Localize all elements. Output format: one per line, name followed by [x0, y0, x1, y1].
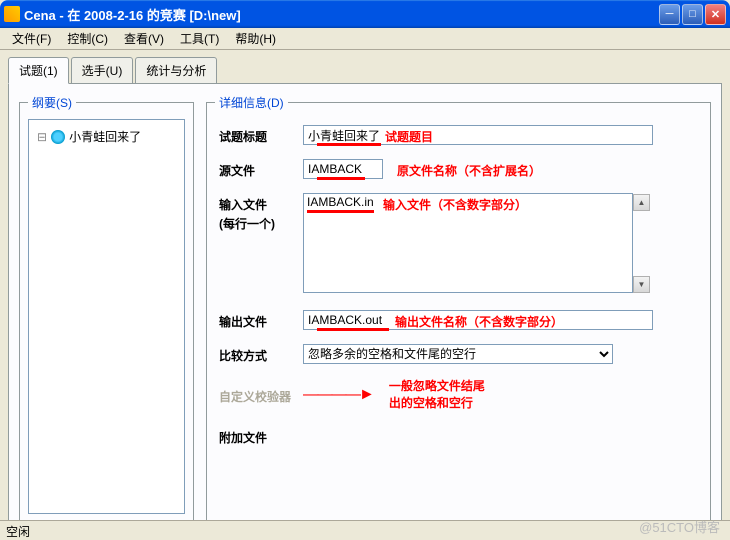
input-title[interactable]	[303, 125, 653, 145]
tab-problems[interactable]: 试题(1)	[8, 57, 69, 84]
menu-file[interactable]: 文件(F)	[4, 28, 59, 49]
annotation-output: 输出文件名称（不含数字部分）	[395, 313, 563, 330]
details-legend: 详细信息(D)	[215, 94, 288, 111]
tree-view[interactable]: ⊟ 小青蛙回来了	[28, 119, 185, 514]
menu-control[interactable]: 控制(C)	[59, 28, 116, 49]
status-text: 空闲	[6, 525, 30, 539]
input-file-value: IAMBACK.in	[307, 195, 374, 213]
menu-view[interactable]: 查看(V)	[116, 28, 172, 49]
outline-legend: 纲要(S)	[28, 94, 76, 111]
window-title: Cena - 在 2008-2-16 的竞赛 [D:\new]	[24, 5, 659, 24]
label-input: 输入文件 (每行一个)	[219, 193, 291, 234]
tree-node-label: 小青蛙回来了	[69, 128, 141, 145]
menu-tools[interactable]: 工具(T)	[172, 28, 227, 49]
problem-icon	[51, 130, 65, 144]
tree-expand-icon[interactable]: ⊟	[37, 130, 47, 144]
label-source: 源文件	[219, 159, 291, 179]
tab-stats[interactable]: 统计与分析	[135, 57, 217, 84]
scroll-up-icon[interactable]: ▲	[633, 194, 650, 211]
underline-icon	[317, 177, 365, 180]
app-icon	[4, 6, 20, 22]
arrow-icon: ————►	[303, 386, 373, 404]
status-bar: 空闲	[0, 520, 730, 540]
label-custom: 自定义校验器	[219, 385, 291, 405]
annotation-title: 试题题目	[385, 128, 433, 145]
annotation-source: 原文件名称（不含扩展名）	[397, 162, 541, 179]
close-button[interactable]: ✕	[705, 4, 726, 25]
maximize-button[interactable]: □	[682, 4, 703, 25]
underline-icon	[317, 328, 389, 331]
label-compare: 比较方式	[219, 344, 291, 364]
tree-node[interactable]: ⊟ 小青蛙回来了	[35, 126, 178, 147]
details-group: 详细信息(D) 试题标题 试题题目 源文件 原文件名称（不含扩展名） 输入文件 …	[206, 94, 711, 524]
tab-panel: 纲要(S) ⊟ 小青蛙回来了 详细信息(D) 试题标题 试题题目 源文件 原文件…	[8, 83, 722, 535]
outline-group: 纲要(S) ⊟ 小青蛙回来了	[19, 94, 194, 524]
label-attach: 附加文件	[219, 426, 291, 446]
annotation-compare: 一般忽略文件结尾出的空格和空行	[389, 378, 485, 412]
annotation-input: 输入文件（不含数字部分）	[383, 196, 527, 213]
titlebar: Cena - 在 2008-2-16 的竞赛 [D:\new] ─ □ ✕	[0, 0, 730, 28]
tab-contestants[interactable]: 选手(U)	[71, 57, 134, 84]
label-output: 输出文件	[219, 310, 291, 330]
tabs: 试题(1) 选手(U) 统计与分析	[8, 57, 722, 84]
label-title: 试题标题	[219, 125, 291, 145]
underline-icon	[317, 143, 381, 146]
minimize-button[interactable]: ─	[659, 4, 680, 25]
input-source[interactable]	[303, 159, 383, 179]
scroll-down-icon[interactable]: ▼	[633, 276, 650, 293]
menu-help[interactable]: 帮助(H)	[227, 28, 284, 49]
select-compare[interactable]: 忽略多余的空格和文件尾的空行	[303, 344, 613, 364]
watermark: @51CTO博客	[639, 517, 720, 536]
menubar: 文件(F) 控制(C) 查看(V) 工具(T) 帮助(H)	[0, 28, 730, 50]
